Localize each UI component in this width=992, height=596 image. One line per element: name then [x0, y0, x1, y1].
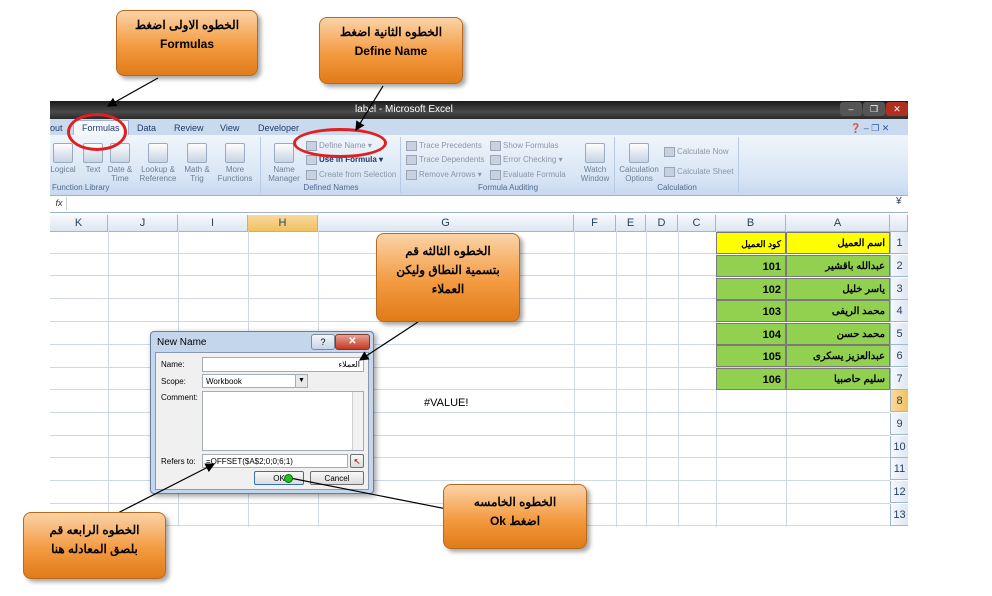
callout-step2-line2: Define Name — [354, 44, 428, 58]
callout-step4-line1: الخطوه الرابعه قم — [49, 523, 140, 537]
callout-step4-line2: بلصق المعادله هنا — [51, 542, 138, 556]
callout-step3-line3: العملاء — [431, 282, 465, 296]
callout-step1-line2: Formulas — [159, 37, 214, 51]
ok-marker-dot — [284, 474, 293, 483]
callout-step1: الخطوه الاولى اضغط Formulas — [116, 10, 258, 76]
arrow-step4 — [111, 463, 216, 517]
arrow-step3 — [358, 321, 419, 361]
callout-step5-line2: اضغط Ok — [489, 514, 541, 528]
arrow-step1 — [106, 77, 159, 107]
callout-step3: الخطوه الثالثه قم بتسمية النطاق وليكن ال… — [376, 233, 520, 322]
arrow-step5 — [289, 477, 463, 513]
callout-step5-line1: الخطوه الخامسه — [473, 495, 557, 509]
callout-step2-line1: الخطوه الثانية اضغط — [339, 25, 443, 39]
callout-step2: الخطوه الثانية اضغط Define Name — [319, 17, 463, 84]
callout-step5: الخطوه الخامسه اضغط Ok — [443, 484, 587, 549]
callout-step1-line1: الخطوه الاولى اضغط — [134, 18, 240, 32]
callout-step3-line1: الخطوه الثالثه قم — [405, 244, 491, 258]
callout-step4: الخطوه الرابعه قم بلصق المعادله هنا — [23, 512, 166, 579]
callout-step3-line2: بتسمية النطاق وليكن — [396, 263, 500, 277]
arrow-step2 — [355, 85, 384, 132]
